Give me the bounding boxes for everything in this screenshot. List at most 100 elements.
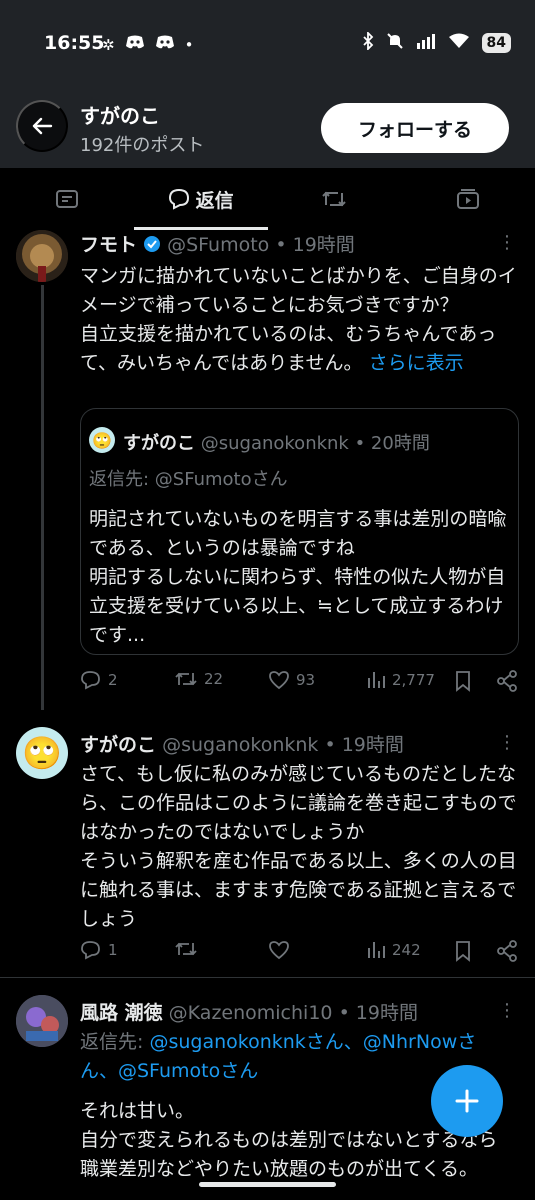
notification-icons: ✲ •: [102, 34, 193, 55]
post-actions: 2 22 93 2,777: [80, 670, 520, 696]
reply-icon: [81, 671, 100, 690]
repost-button[interactable]: 22: [174, 670, 223, 688]
quote-header: すがのこ @suganokonknk • 20時間: [123, 429, 430, 455]
gesture-bar[interactable]: [199, 1182, 336, 1187]
repost-button[interactable]: [174, 940, 198, 958]
view-count: 242: [392, 941, 421, 959]
post-text: マンガに描かれていないことばかりを、ご自身のイメージで補っていることにお気づきで…: [80, 262, 520, 378]
quote-time: • 20時間: [354, 433, 430, 454]
share-button[interactable]: [496, 670, 518, 692]
post-time: • 19時間: [324, 734, 404, 756]
lion-avatar-image: [16, 230, 68, 282]
thread-line: [41, 285, 44, 710]
emoji-avatar: 🙄: [89, 427, 115, 453]
profile-tabs: 返信: [0, 168, 535, 230]
bookmark-button[interactable]: [454, 670, 472, 692]
analytics-icon: [368, 942, 385, 958]
more-notifications-dot-icon: •: [184, 35, 194, 54]
author-name[interactable]: フモト: [80, 234, 137, 256]
discord-icon: [155, 34, 175, 55]
like-button[interactable]: [268, 940, 290, 960]
mute-icon: [386, 32, 404, 54]
quote-text: 明記されていないものを明言する事は差別の暗喩である、というのは暴論ですね 明記す…: [89, 508, 507, 646]
posts-count: 192件のポスト: [80, 135, 205, 156]
like-button[interactable]: 93: [268, 670, 315, 690]
reply-button[interactable]: 2: [80, 670, 118, 690]
top-bar: 16:55 ✲ • 84 すがのこ 192件のポスト フォローする: [0, 0, 535, 168]
views-button[interactable]: 2,777: [366, 670, 435, 690]
post-divider: [0, 977, 535, 978]
post-time: • 19時間: [275, 234, 355, 256]
compose-button[interactable]: [431, 1065, 503, 1137]
avatar-image: [16, 995, 68, 1047]
views-button[interactable]: 242: [366, 940, 421, 960]
more-options-icon[interactable]: ⋮: [498, 1000, 516, 1021]
author-handle[interactable]: @SFumoto: [167, 234, 269, 256]
signal-icon: [416, 33, 436, 53]
reply-to-prefix: 返信先:: [80, 1031, 150, 1053]
plus-icon: [455, 1089, 479, 1113]
more-options-icon[interactable]: ⋮: [498, 232, 516, 253]
author-name[interactable]: 風路 潮徳: [80, 1002, 163, 1024]
arrow-left-icon: [32, 117, 53, 135]
avatar[interactable]: [16, 995, 68, 1047]
tab-reposts[interactable]: [268, 168, 402, 230]
bookmark-icon: [456, 941, 470, 962]
share-icon: [497, 670, 517, 692]
view-count: 2,777: [392, 671, 435, 689]
status-bar: 16:55 ✲ • 84: [0, 0, 535, 88]
author-handle[interactable]: @Kazenomichi10: [169, 1002, 333, 1024]
quote-author-name: すがのこ: [123, 433, 195, 454]
heart-icon: [269, 941, 289, 960]
back-button[interactable]: [16, 100, 68, 152]
tab-media[interactable]: [401, 168, 535, 230]
reply-to: 返信先: @suganokonknkさん、@NhrNowさん、@SFumotoさ…: [80, 1028, 500, 1086]
system-icons: 84: [362, 30, 511, 54]
share-icon: [497, 940, 517, 962]
reply-bubble-icon: [168, 188, 189, 210]
more-options-icon[interactable]: ⋮: [498, 732, 516, 753]
repost-icon: [175, 672, 197, 686]
analytics-icon: [368, 672, 385, 688]
repost-count: 22: [204, 670, 224, 688]
tab-replies[interactable]: 返信: [133, 168, 268, 230]
avatar[interactable]: [16, 230, 68, 282]
bluetooth-icon: [362, 30, 374, 54]
tab-posts[interactable]: [0, 168, 134, 230]
verified-badge-icon: [143, 234, 161, 256]
post-header: フモト @SFumoto • 19時間: [80, 230, 355, 257]
avatar[interactable]: 🙄: [16, 727, 68, 779]
author-handle[interactable]: @suganokonknk: [162, 734, 318, 756]
bookmark-button[interactable]: [454, 940, 472, 962]
quote-author-handle: @suganokonknk: [200, 433, 349, 454]
status-time: 16:55: [44, 32, 105, 54]
show-more-link[interactable]: さらに表示: [369, 352, 464, 374]
reply-icon: [81, 941, 100, 960]
heart-icon: [269, 671, 289, 690]
like-count: 93: [296, 671, 316, 689]
post-actions: 1 242: [80, 940, 520, 966]
quoted-post[interactable]: 🙄 すがのこ @suganokonknk • 20時間 返信先: @SFumot…: [80, 408, 519, 655]
author-name[interactable]: すがのこ: [80, 734, 156, 756]
repost-icon: [175, 942, 197, 956]
video-icon: [457, 189, 480, 209]
bookmark-icon: [456, 671, 470, 692]
tab-replies-label: 返信: [195, 189, 234, 212]
quote-reply-to: 返信先: @SFumotoさん: [89, 469, 288, 490]
slack-icon: ✲: [102, 35, 115, 54]
post-header: すがのこ @suganokonknk • 19時間: [80, 730, 404, 757]
reply-count: 1: [108, 941, 118, 959]
post-header: 風路 潮徳 @Kazenomichi10 • 19時間: [80, 998, 418, 1025]
share-button[interactable]: [496, 940, 518, 962]
repost-icon: [322, 191, 347, 207]
follow-button[interactable]: フォローする: [321, 103, 509, 153]
wifi-icon: [448, 33, 470, 53]
post-body: さて、もし仮に私のみが感じているものだとしたなら、この作品はこのように議論を巻き…: [80, 763, 517, 930]
posts-icon: [55, 190, 78, 208]
discord-icon: [125, 34, 145, 55]
profile-name: すがのこ: [80, 104, 160, 128]
reply-button[interactable]: 1: [80, 940, 118, 960]
reply-count: 2: [108, 671, 118, 689]
battery-indicator: 84: [481, 33, 511, 53]
post-time: • 19時間: [338, 1002, 418, 1024]
